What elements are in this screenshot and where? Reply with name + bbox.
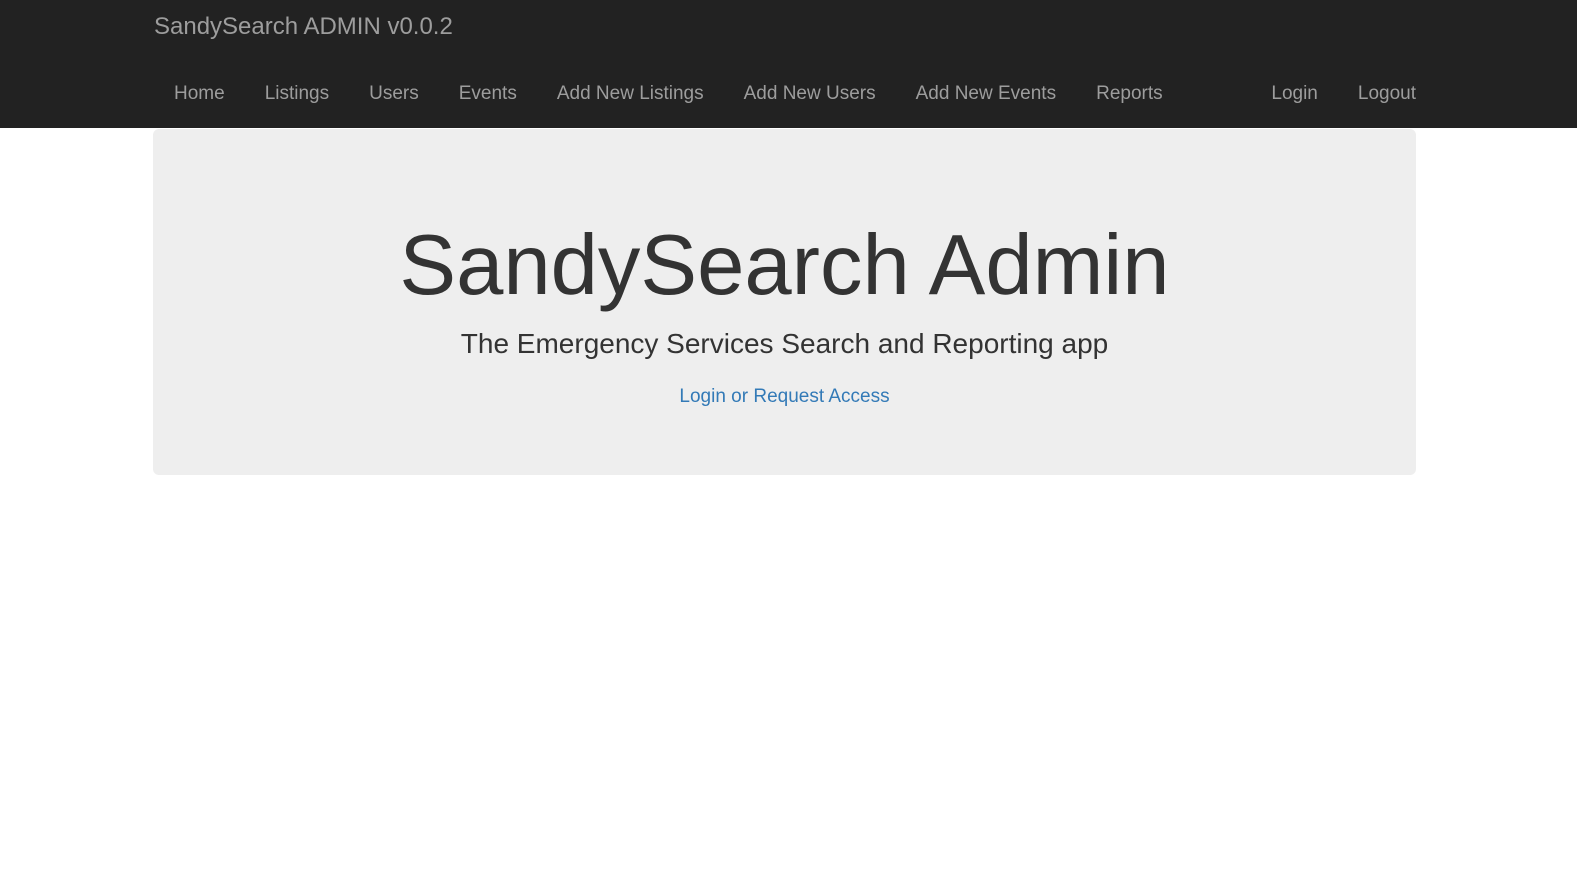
nav-item-home[interactable]: Home bbox=[154, 78, 245, 110]
nav-item-reports[interactable]: Reports bbox=[1076, 78, 1183, 110]
login-or-request-access-link[interactable]: Login or Request Access bbox=[153, 385, 1416, 409]
hero-subtitle: The Emergency Services Search and Report… bbox=[460, 328, 1109, 359]
account-nav: Login Logout bbox=[1251, 78, 1436, 110]
nav-item-logout[interactable]: Logout bbox=[1338, 78, 1436, 110]
nav-item-login[interactable]: Login bbox=[1251, 78, 1338, 110]
main-nav: Home Listings Users Events Add New Listi… bbox=[154, 78, 1183, 110]
hero-title: SandySearch Admin bbox=[399, 218, 1170, 313]
top-navbar: SandySearch ADMIN v0.0.2 Home Listings U… bbox=[0, 0, 1577, 128]
nav-item-add-new-events[interactable]: Add New Events bbox=[896, 78, 1076, 110]
navbar-brand[interactable]: SandySearch ADMIN v0.0.2 bbox=[154, 12, 453, 42]
nav-item-listings[interactable]: Listings bbox=[245, 78, 349, 110]
nav-item-add-new-listings[interactable]: Add New Listings bbox=[537, 78, 724, 110]
nav-item-add-new-users[interactable]: Add New Users bbox=[724, 78, 896, 110]
hero-jumbotron: SandySearch Admin The Emergency Services… bbox=[153, 129, 1416, 475]
nav-item-events[interactable]: Events bbox=[439, 78, 537, 110]
nav-item-users[interactable]: Users bbox=[349, 78, 439, 110]
